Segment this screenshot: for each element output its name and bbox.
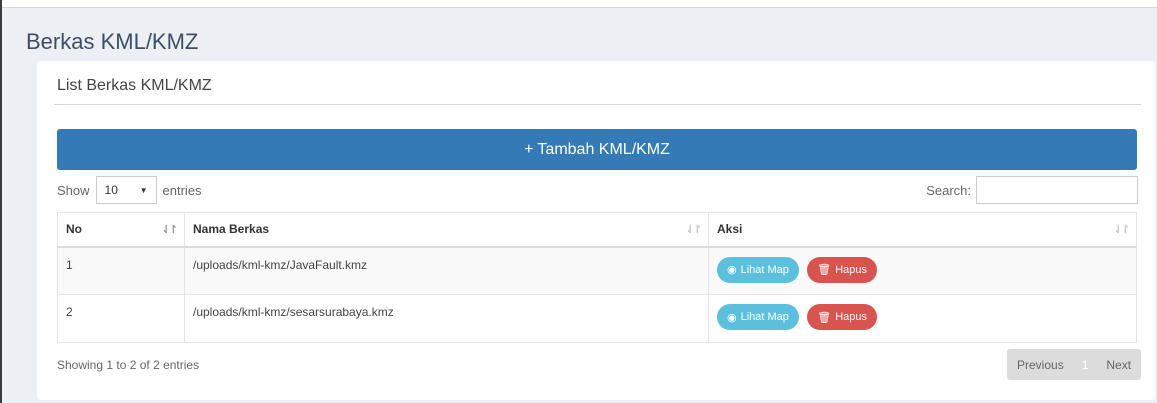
- eye-icon: ◉: [727, 264, 737, 276]
- table-header-row: No ⇃↾ Nama Berkas ⇃↾ Aksi ⇃↾: [57, 212, 1137, 248]
- sort-icon: ⇃↾: [1113, 224, 1131, 236]
- column-header-label: No: [66, 222, 82, 237]
- trash-icon: 🗑: [817, 311, 832, 324]
- table-row: 2 /uploads/kml-kmz/sesarsurabaya.kmz ◉ L…: [57, 294, 1137, 343]
- entries-select[interactable]: 10 ▼: [95, 176, 157, 204]
- next-button[interactable]: Next: [1096, 349, 1141, 380]
- view-map-button[interactable]: ◉ Lihat Map: [717, 304, 799, 330]
- column-header-nama-berkas[interactable]: Nama Berkas ⇃↾: [184, 212, 709, 248]
- file-name: /uploads/kml-kmz/sesarsurabaya.kmz: [184, 294, 709, 343]
- plus-icon: +: [524, 140, 534, 158]
- search-input[interactable]: [976, 176, 1138, 204]
- search-label: Search:: [926, 182, 971, 198]
- sort-icon: ⇃↾: [685, 224, 703, 236]
- view-map-label: Lihat Map: [740, 263, 789, 276]
- entries-label: entries: [162, 182, 202, 198]
- window-left-border: [0, 0, 2, 403]
- box-title: List Berkas KML/KMZ: [57, 77, 212, 94]
- delete-label: Hapus: [835, 311, 868, 323]
- column-header-label: Aksi: [717, 222, 743, 237]
- add-kml-label: Tambah KML/KMZ: [537, 140, 670, 158]
- previous-button[interactable]: Previous: [1007, 349, 1074, 380]
- delete-button[interactable]: 🗑 Hapus: [807, 304, 878, 330]
- files-table: No ⇃↾ Nama Berkas ⇃↾ Aksi ⇃↾ 1 /uploads/…: [57, 212, 1137, 343]
- view-map-button[interactable]: ◉ Lihat Map: [717, 256, 799, 283]
- page-title: Berkas KML/KMZ: [26, 29, 199, 54]
- entries-length-control: Show 10 ▼ entries: [57, 176, 202, 204]
- pagination: Previous 1 Next: [1007, 349, 1142, 380]
- show-label: Show: [57, 182, 90, 198]
- chevron-down-icon: ▼: [139, 185, 148, 195]
- search-control: Search:: [926, 176, 1138, 204]
- row-number: 1: [57, 246, 185, 295]
- delete-button[interactable]: 🗑 Hapus: [807, 256, 878, 283]
- column-header-no[interactable]: No ⇃↾: [57, 212, 185, 248]
- content-box: List Berkas KML/KMZ + Tambah KML/KMZ Sho…: [37, 61, 1155, 400]
- row-actions: ◉ Lihat Map 🗑 Hapus: [708, 246, 1137, 295]
- file-name: /uploads/kml-kmz/JavaFault.kmz: [184, 246, 709, 295]
- row-actions: ◉ Lihat Map 🗑 Hapus: [708, 294, 1137, 343]
- top-bar: [2, 0, 1157, 8]
- box-divider: [54, 104, 1141, 105]
- page-1-button[interactable]: 1: [1074, 349, 1097, 380]
- column-header-aksi[interactable]: Aksi ⇃↾: [708, 212, 1137, 248]
- row-number: 2: [57, 294, 185, 343]
- table-row: 1 /uploads/kml-kmz/JavaFault.kmz ◉ Lihat…: [57, 246, 1137, 295]
- add-kml-button[interactable]: + Tambah KML/KMZ: [57, 129, 1137, 170]
- column-header-label: Nama Berkas: [193, 222, 270, 237]
- entries-select-value: 10: [104, 183, 118, 197]
- sort-ascending-icon: ⇃↾: [161, 224, 179, 236]
- delete-label: Hapus: [835, 263, 868, 276]
- view-map-label: Lihat Map: [740, 311, 789, 323]
- table-info: Showing 1 to 2 of 2 entries: [57, 358, 200, 372]
- trash-icon: 🗑: [817, 264, 832, 276]
- eye-icon: ◉: [727, 311, 737, 324]
